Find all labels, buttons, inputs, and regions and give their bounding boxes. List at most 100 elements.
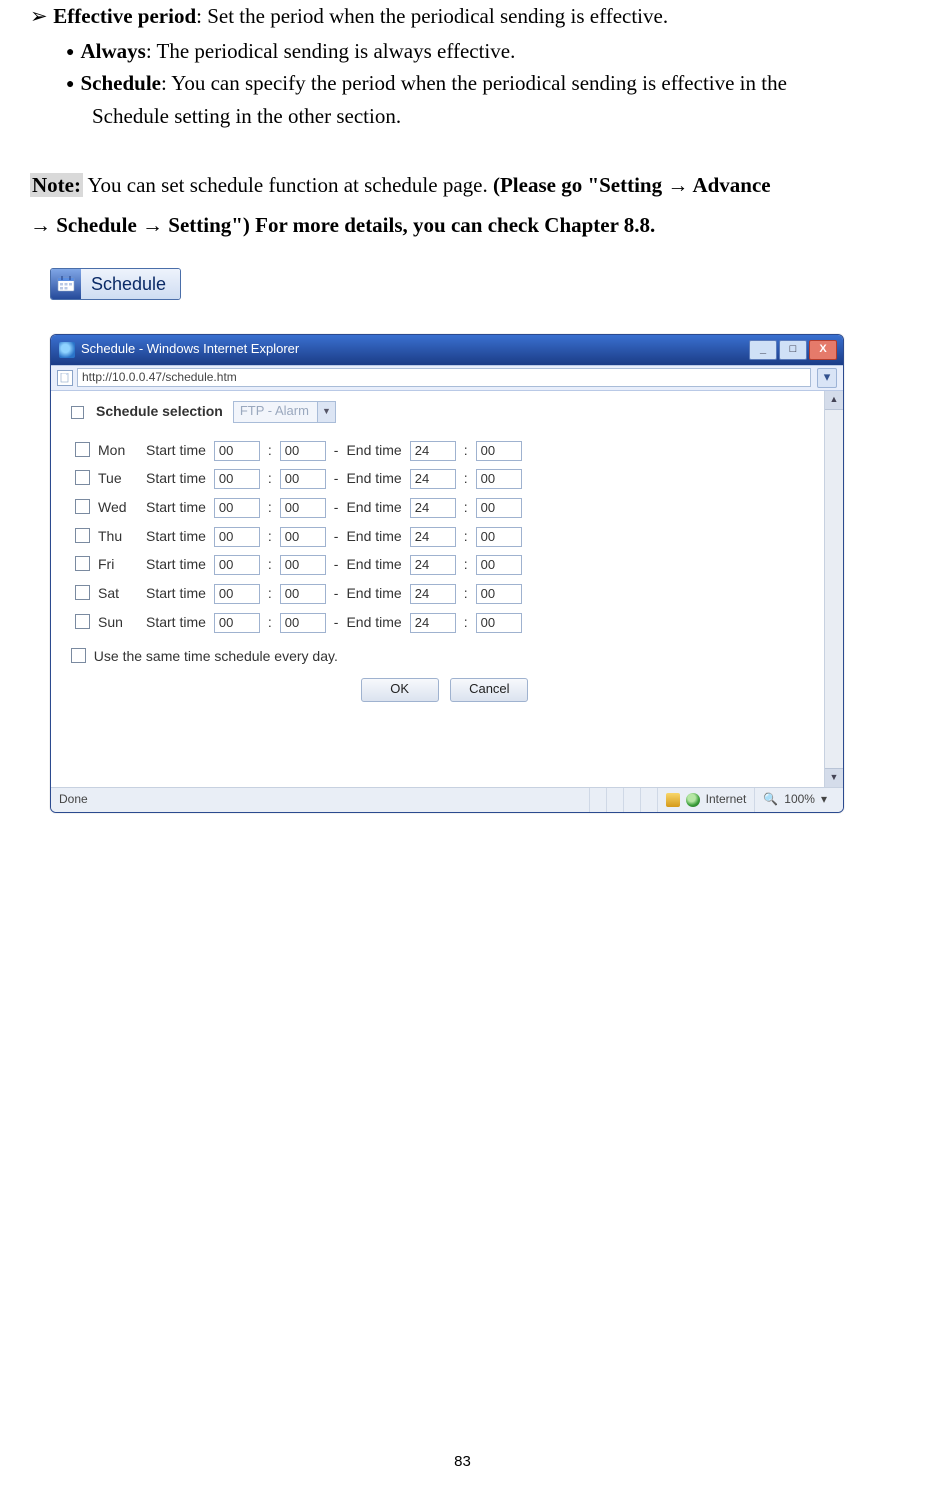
colon: : — [460, 526, 472, 548]
ie-window: Schedule - Windows Internet Explorer _ □… — [50, 334, 844, 813]
schedule-table: MonStart time00:00-End time24:00TueStart… — [71, 433, 526, 641]
dash: - — [330, 526, 343, 548]
start-hour-input[interactable]: 00 — [214, 613, 260, 633]
chevron-down-icon: ▾ — [824, 367, 831, 387]
day-label: Fri — [98, 556, 114, 572]
end-label: End time — [346, 470, 401, 486]
start-label: Start time — [146, 585, 206, 601]
always-text: : The periodical sending is always effec… — [146, 39, 516, 63]
end-hour-input[interactable]: 24 — [410, 441, 456, 461]
schedule-row: WedStart time00:00-End time24:00 — [71, 497, 526, 519]
dash: - — [330, 440, 343, 462]
start-min-input[interactable]: 00 — [280, 441, 326, 461]
end-min-input[interactable]: 00 — [476, 613, 522, 633]
start-label: Start time — [146, 499, 206, 515]
day-checkbox[interactable] — [75, 470, 90, 485]
dash: - — [330, 583, 343, 605]
schedule-row: MonStart time00:00-End time24:00 — [71, 440, 526, 462]
start-hour-input[interactable]: 00 — [214, 498, 260, 518]
colon: : — [264, 468, 276, 490]
vertical-scrollbar[interactable]: ▲ ▼ — [824, 391, 843, 787]
chevron-up-icon: ▲ — [830, 393, 839, 407]
day-checkbox[interactable] — [75, 556, 90, 571]
dash: - — [330, 612, 343, 634]
schedule-button[interactable]: Schedule — [50, 268, 181, 300]
end-hour-input[interactable]: 24 — [410, 527, 456, 547]
colon: : — [460, 612, 472, 634]
url-dropdown[interactable]: ▾ — [817, 368, 837, 388]
minimize-button[interactable]: _ — [749, 340, 777, 360]
schedule-line-1: ●Schedule: You can specify the period wh… — [66, 67, 895, 100]
note-bold-2: → Schedule → Setting") For more details,… — [30, 213, 655, 237]
end-hour-input[interactable]: 24 — [410, 469, 456, 489]
day-checkbox[interactable] — [75, 614, 90, 629]
end-min-input[interactable]: 00 — [476, 469, 522, 489]
close-button[interactable]: X — [809, 340, 837, 360]
end-label: End time — [346, 499, 401, 515]
note-bold-1: (Please go "Setting → Advance — [493, 173, 771, 197]
bullet-dot-icon: ● — [66, 42, 74, 64]
schedule-line-2: Schedule setting in the other section. — [92, 100, 895, 133]
maximize-button[interactable]: □ — [779, 340, 807, 360]
effective-period-line: ➢ Effective period: Set the period when … — [30, 0, 895, 33]
start-min-input[interactable]: 00 — [280, 527, 326, 547]
end-hour-input[interactable]: 24 — [410, 555, 456, 575]
shield-icon — [666, 793, 680, 807]
maximize-icon: □ — [790, 344, 797, 355]
scroll-down-button[interactable]: ▼ — [825, 768, 843, 787]
start-hour-input[interactable]: 00 — [214, 555, 260, 575]
day-label: Mon — [98, 442, 125, 458]
day-checkbox[interactable] — [75, 442, 90, 457]
day-label: Sat — [98, 585, 119, 601]
start-label: Start time — [146, 528, 206, 544]
bullet-arrow-icon: ➢ — [30, 0, 48, 33]
end-min-input[interactable]: 00 — [476, 584, 522, 604]
start-min-input[interactable]: 00 — [280, 584, 326, 604]
url-field[interactable]: http://10.0.0.47/schedule.htm — [77, 368, 811, 387]
end-hour-input[interactable]: 24 — [410, 584, 456, 604]
zoom-control[interactable]: 🔍 100% ▾ — [754, 788, 835, 812]
end-min-input[interactable]: 00 — [476, 498, 522, 518]
day-label: Tue — [98, 470, 122, 486]
schedule-text-2: Schedule setting in the other section. — [92, 104, 401, 128]
start-hour-input[interactable]: 00 — [214, 527, 260, 547]
end-min-input[interactable]: 00 — [476, 555, 522, 575]
schedule-row: SatStart time00:00-End time24:00 — [71, 583, 526, 605]
day-checkbox[interactable] — [75, 528, 90, 543]
always-label: Always — [80, 39, 145, 63]
end-min-input[interactable]: 00 — [476, 441, 522, 461]
end-label: End time — [346, 614, 401, 630]
ok-button[interactable]: OK — [361, 678, 439, 702]
start-hour-input[interactable]: 00 — [214, 441, 260, 461]
schedule-calendar-icon — [51, 269, 81, 299]
same-time-checkbox[interactable] — [71, 648, 86, 663]
minimize-icon: _ — [760, 344, 766, 355]
effective-period-text: : Set the period when the periodical sen… — [196, 4, 668, 28]
start-min-input[interactable]: 00 — [280, 613, 326, 633]
end-hour-input[interactable]: 24 — [410, 498, 456, 518]
end-hour-input[interactable]: 24 — [410, 613, 456, 633]
day-checkbox[interactable] — [75, 499, 90, 514]
dash: - — [330, 554, 343, 576]
day-checkbox[interactable] — [75, 585, 90, 600]
window-title: Schedule - Windows Internet Explorer — [81, 339, 749, 359]
zone-label: Internet — [706, 790, 747, 809]
start-min-input[interactable]: 00 — [280, 498, 326, 518]
cancel-button[interactable]: Cancel — [450, 678, 528, 702]
page-icon — [57, 370, 73, 386]
zoom-icon: 🔍 — [763, 790, 778, 809]
schedule-selection-dropdown[interactable]: FTP - Alarm ▼ — [233, 401, 336, 423]
schedule-label: Schedule — [80, 71, 161, 95]
start-hour-input[interactable]: 00 — [214, 584, 260, 604]
scroll-up-button[interactable]: ▲ — [825, 391, 843, 410]
ie-favicon-icon — [59, 342, 75, 358]
status-text: Done — [59, 790, 88, 809]
start-label: Start time — [146, 470, 206, 486]
start-hour-input[interactable]: 00 — [214, 469, 260, 489]
colon: : — [460, 583, 472, 605]
start-min-input[interactable]: 00 — [280, 469, 326, 489]
end-min-input[interactable]: 00 — [476, 527, 522, 547]
start-min-input[interactable]: 00 — [280, 555, 326, 575]
colon: : — [460, 554, 472, 576]
end-label: End time — [346, 585, 401, 601]
